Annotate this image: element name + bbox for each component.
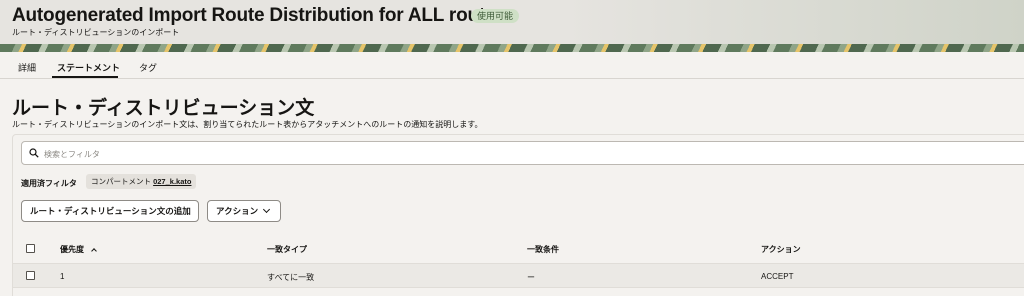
actions-button-label: アクション xyxy=(216,206,259,216)
table-row[interactable] xyxy=(13,263,1024,288)
status-badge: 使用可能 xyxy=(471,9,520,23)
search-input[interactable]: 検索とフィルタ xyxy=(21,141,1024,165)
search-icon xyxy=(29,148,39,158)
filter-chip-value[interactable]: 027_k.kato xyxy=(153,177,191,186)
tab-tags[interactable]: タグ xyxy=(139,61,157,74)
filter-chip-key: コンパートメント xyxy=(91,177,151,186)
add-statement-button[interactable]: ルート・ディストリビューション文の追加 xyxy=(21,200,199,222)
active-tab-indicator xyxy=(52,76,118,78)
column-header-priority-label: 優先度 xyxy=(60,245,84,254)
section-heading: ルート・ディストリビューション文 xyxy=(12,98,315,119)
applied-filters-label: 適用済フィルタ xyxy=(21,179,77,188)
cell-match-type: すべてに一致 xyxy=(267,273,315,282)
page-title: Autogenerated Import Route Distribution … xyxy=(12,5,506,26)
tab-details[interactable]: 詳細 xyxy=(18,61,36,74)
page-subtitle: ルート・ディストリビューションのインポート xyxy=(12,28,180,37)
column-header-action[interactable]: アクション xyxy=(761,244,801,255)
row-checkbox[interactable] xyxy=(26,271,35,280)
cell-priority: 1 xyxy=(60,272,65,281)
section-description: ルート・ディストリビューションのインポート文は、割り当てられたルート表からアタッ… xyxy=(12,120,483,129)
tab-statements[interactable]: ステートメント xyxy=(57,61,120,74)
cell-match-criteria: ー xyxy=(527,273,535,282)
sort-ascending-icon xyxy=(91,248,97,254)
search-placeholder: 検索とフィルタ xyxy=(44,150,100,159)
column-header-match-type[interactable]: 一致タイプ xyxy=(267,244,307,255)
column-header-match-criteria[interactable]: 一致条件 xyxy=(527,244,559,255)
chevron-down-icon xyxy=(263,205,271,214)
select-all-checkbox[interactable] xyxy=(26,244,35,253)
cell-action: ACCEPT xyxy=(761,272,794,281)
tab-bar: 詳細 ステートメント タグ xyxy=(0,52,1024,79)
filter-chip-compartment[interactable]: コンパートメント 027_k.kato xyxy=(86,174,197,189)
header-pattern xyxy=(0,44,1024,52)
actions-dropdown-button[interactable]: アクション xyxy=(207,200,281,222)
page-header: Autogenerated Import Route Distribution … xyxy=(0,0,1024,52)
column-header-priority[interactable]: 優先度 xyxy=(60,244,97,255)
